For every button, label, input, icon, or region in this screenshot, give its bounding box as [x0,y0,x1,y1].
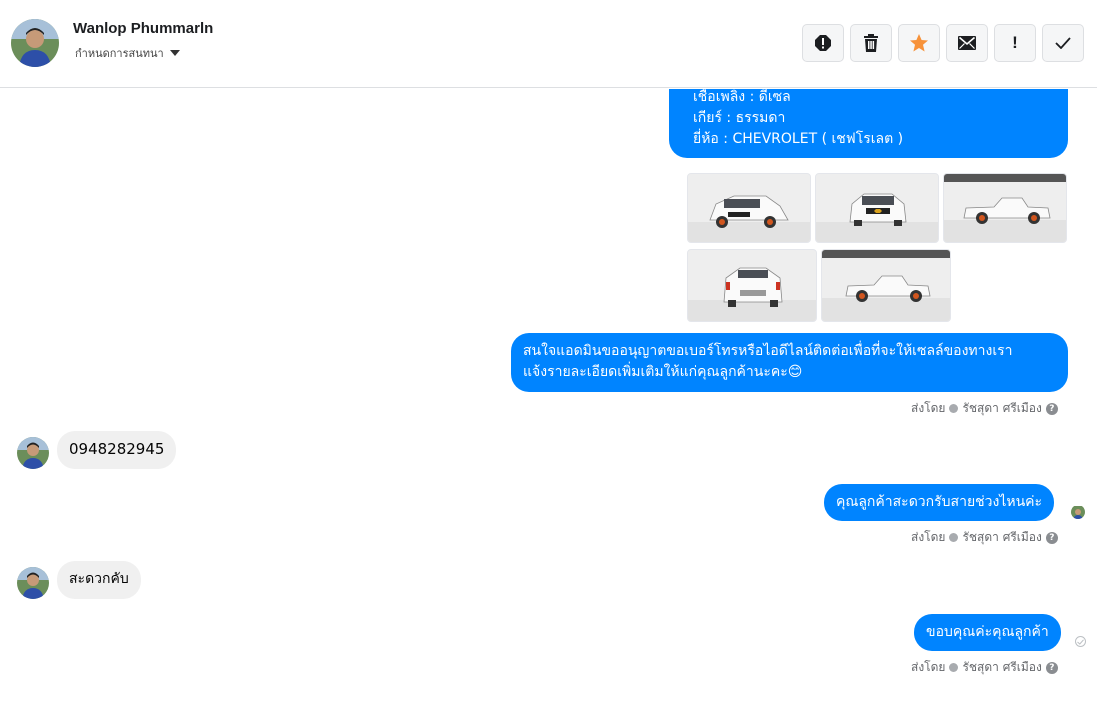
sent-by-prefix: ส่งโดย [911,660,946,674]
mark-spam-button[interactable] [802,24,844,62]
offer-message-line2: แจ้งรายละเอียดเพิ่มเติมให้แก่คุณลูกค้านะ… [523,364,803,380]
caret-down-icon [169,50,180,56]
assign-conversation-label: กำหนดการสนทนา [75,47,164,60]
sent-by-info-3: ส่งโดย รัชสุดา ศรีเมือง ? [911,658,1058,677]
car-spec-message: เชื้อเพลิง : ดีเซล เกียร์ : ธรรมดา ยี่ห้… [669,89,1068,158]
sent-by-info: ส่งโดย รัชสุดา ศรีเมือง ? [911,399,1058,418]
check-icon [1055,37,1071,49]
sent-by-prefix: ส่งโดย [911,530,946,544]
trash-icon [864,34,878,52]
customer-avatar[interactable] [17,567,49,599]
agent-status-icon [949,533,959,542]
spec-line-fuel: เชื้อเพลิง : ดีเซล [693,89,791,105]
spec-line-brand: ยี่ห้อ : CHEVROLET ( เชฟโรเลต ) [693,131,904,147]
help-icon[interactable]: ? [1045,402,1058,415]
assign-conversation-dropdown[interactable]: กำหนดการสนทนา [75,44,180,62]
customer-reply-message: สะดวกคับ [57,561,141,599]
sender-name[interactable]: รัชสุดา ศรีเมือง [962,658,1041,677]
agent-status-icon [949,404,959,413]
contact-avatar[interactable] [11,19,59,67]
header-actions: ! [802,24,1084,62]
ask-time-message: คุณลูกค้าสะดวกรับสายช่วงไหนค่ะ [824,484,1055,521]
seen-avatar [1071,505,1085,519]
mark-done-button[interactable] [1042,24,1084,62]
message-thread[interactable]: เชื้อเพลิง : ดีเซล เกียร์ : ธรรมดา ยี่ห้… [0,89,1097,709]
sender-name[interactable]: รัชสุดา ศรีเมือง [962,528,1041,547]
delete-button[interactable] [850,24,892,62]
sender-name[interactable]: รัชสุดา ศรีเมือง [962,399,1041,418]
contact-name[interactable]: Wanlop Phummarln [73,20,213,37]
sent-by-info-2: ส่งโดย รัชสุดา ศรีเมือง ? [911,528,1058,547]
star-icon [910,34,928,52]
thanks-message: ขอบคุณค่ะคุณลูกค้า [914,614,1061,651]
mark-unread-button[interactable] [946,24,988,62]
delivered-icon [1075,636,1086,647]
spec-line-gear: เกียร์ : ธรรมดา [693,110,786,126]
help-icon[interactable]: ? [1045,661,1058,674]
help-icon[interactable]: ? [1045,531,1058,544]
agent-status-icon [949,663,959,672]
car-photo-front[interactable] [815,173,939,243]
star-button[interactable] [898,24,940,62]
car-photo-rear[interactable] [687,249,817,322]
conversation-header: Wanlop Phummarln กำหนดการสนทนา ! [0,0,1097,88]
customer-phone-message: 0948282945 [57,431,177,469]
mail-icon [958,36,976,50]
sent-by-prefix: ส่งโดย [911,401,946,415]
follow-up-button[interactable]: ! [994,24,1036,62]
car-photo-side-left[interactable] [821,249,951,322]
offer-message: สนใจแอดมินขออนุญาตขอเบอร์โทรหรือไอดีไลน์… [511,333,1068,392]
car-photo-front-left[interactable] [687,173,811,243]
offer-message-line1: สนใจแอดมินขออนุญาตขอเบอร์โทรหรือไอดีไลน์… [523,343,1013,359]
alert-icon [815,35,831,51]
customer-avatar[interactable] [17,437,49,469]
car-photo-side-right[interactable] [943,173,1067,243]
exclamation-icon: ! [1012,33,1018,52]
